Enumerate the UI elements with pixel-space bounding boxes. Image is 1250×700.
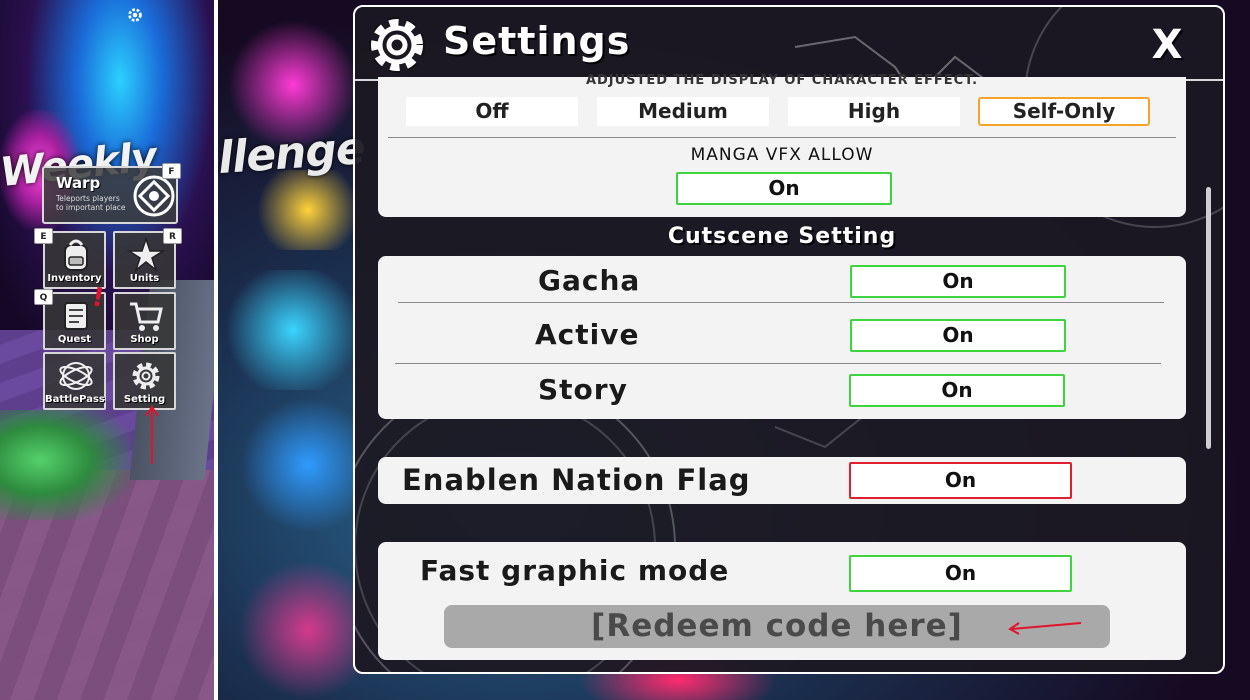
battlepass-label: BattlePass: [45, 394, 105, 405]
warp-button[interactable]: Warp Teleports players to important plac…: [42, 166, 178, 224]
vfx-option-off[interactable]: Off: [406, 97, 578, 126]
gear-icon: [132, 362, 160, 390]
settings-title: Settings: [443, 19, 631, 63]
active-toggle[interactable]: On: [850, 319, 1066, 352]
game-world-left: Weekly: [0, 0, 215, 700]
active-label: Active: [535, 318, 640, 351]
story-toggle[interactable]: On: [849, 374, 1065, 407]
grass-patch: [0, 410, 130, 520]
gacha-label: Gacha: [538, 264, 641, 297]
quest-hotkey: Q: [34, 289, 53, 305]
fast-graphic-label: Fast graphic mode: [420, 554, 730, 587]
battlepass-button[interactable]: BattlePass: [43, 352, 106, 410]
battlepass-icon: [59, 362, 93, 390]
settings-header: Settings X: [355, 7, 1223, 81]
backpack-icon: [64, 239, 88, 271]
units-hotkey: R: [163, 228, 182, 244]
divider: [398, 302, 1164, 303]
vfx-caption: ADJUSTED THE DISPLAY OF CHARACTER EFFECT…: [585, 73, 979, 88]
scroll-icon: [64, 302, 88, 330]
quest-label: Quest: [57, 334, 92, 345]
challenge-banner-text: llenge: [218, 122, 367, 185]
close-button[interactable]: X: [1147, 25, 1187, 65]
manga-vfx-label: MANGA VFX ALLOW: [690, 145, 874, 165]
shop-label: Shop: [130, 334, 159, 345]
nation-flag-label: Enablen Nation Flag: [402, 463, 751, 497]
gear-icon: [128, 8, 142, 22]
vfx-option-medium[interactable]: Medium: [597, 97, 769, 126]
fast-graphic-toggle[interactable]: On: [849, 555, 1072, 592]
units-label: Units: [129, 273, 160, 284]
settings-panel: Settings X ADJUSTED THE DISPLAY OF CHARA…: [353, 5, 1225, 674]
divider: [388, 137, 1176, 138]
warp-title: Warp: [56, 174, 101, 192]
setting-button[interactable]: Setting: [113, 352, 176, 410]
cutscene-section-title: Cutscene Setting: [667, 224, 897, 249]
background-light: [218, 270, 368, 390]
manga-vfx-toggle[interactable]: On: [676, 172, 892, 205]
annotation-arrow-left-icon: [1008, 622, 1082, 635]
cart-icon: [130, 302, 163, 331]
vfx-option-self-only[interactable]: Self-Only: [978, 97, 1150, 126]
warp-hotkey: F: [162, 163, 181, 179]
fast-graphic-card: Fast graphic mode On [Redeem code here]: [378, 542, 1186, 660]
gear-icon: [369, 17, 425, 73]
shop-button[interactable]: Shop: [113, 292, 176, 350]
vfx-option-high[interactable]: High: [788, 97, 960, 126]
background-light: [248, 170, 368, 250]
story-label: Story: [538, 373, 628, 406]
units-icon: [127, 237, 165, 273]
vfx-settings-card: ADJUSTED THE DISPLAY OF CHARACTER EFFECT…: [378, 73, 1186, 217]
settings-scrollbar[interactable]: [1206, 187, 1211, 449]
nation-flag-card: Enablen Nation Flag On: [378, 457, 1186, 504]
warp-description: Teleports players to important place: [56, 194, 126, 212]
divider: [395, 363, 1161, 364]
annotation-arrow-up-icon: [145, 405, 159, 464]
inventory-hotkey: E: [34, 228, 53, 244]
cutscene-settings-card: Gacha On Active On Story On: [378, 256, 1186, 419]
gacha-toggle[interactable]: On: [850, 265, 1066, 298]
nation-flag-toggle[interactable]: On: [849, 462, 1072, 499]
